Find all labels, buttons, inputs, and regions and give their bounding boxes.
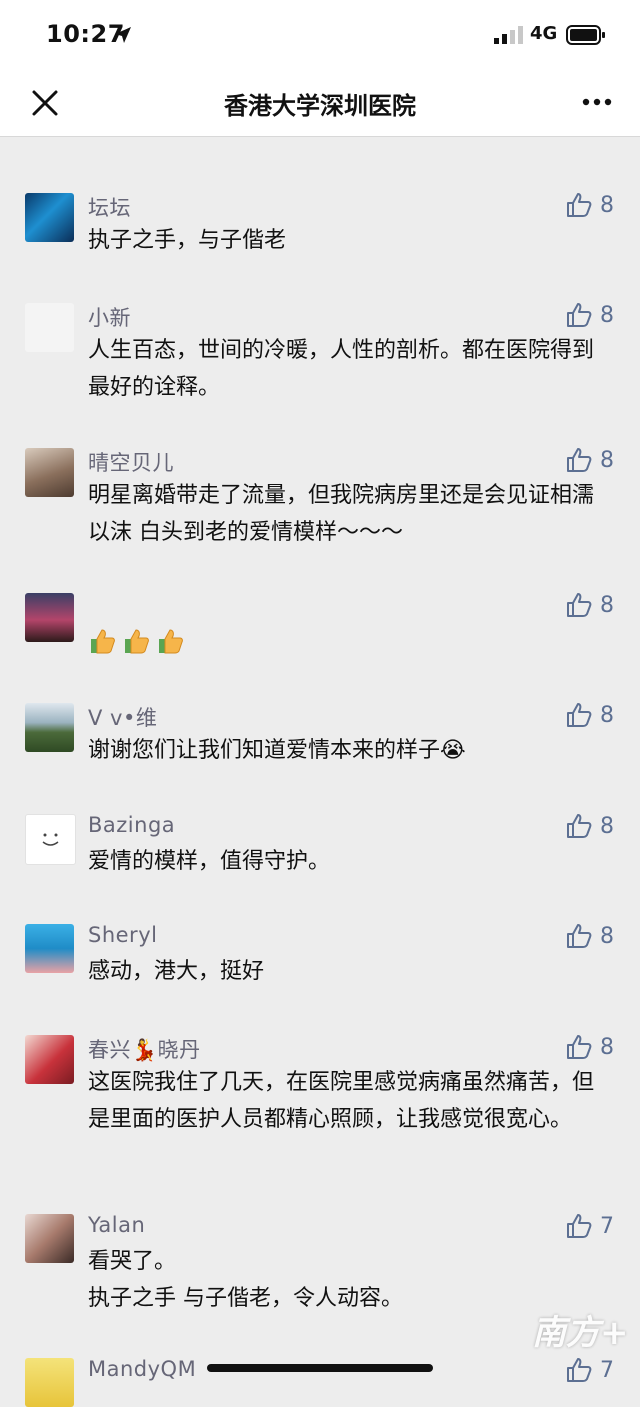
thumbs-up-icon [567, 924, 592, 948]
like-button[interactable]: 8 [566, 1034, 614, 1060]
commenter-name: V v•维 [88, 706, 158, 730]
thumbs-up-icon [567, 703, 592, 727]
comment-text-line: 看哭了。 [88, 1249, 177, 1274]
like-count: 7 [600, 1213, 614, 1239]
avatar[interactable] [25, 1214, 74, 1263]
thumbs-up-icon [567, 593, 592, 617]
thumbs-up-emoji-icon [91, 629, 115, 654]
commenter-name: Sheryl [88, 923, 158, 947]
thumbs-up-icon [567, 1035, 592, 1059]
more-options-icon[interactable] [582, 94, 612, 110]
like-button[interactable]: 8 [566, 702, 614, 728]
like-count: 8 [600, 592, 614, 618]
like-button[interactable]: 8 [566, 192, 614, 218]
commenter-name: MandyQM [88, 1357, 197, 1381]
comment-text: 谢谢您们让我们知道爱情本来的样子😭 [88, 738, 466, 763]
like-button[interactable]: 8 [566, 592, 614, 618]
like-button[interactable]: 7 [566, 1213, 614, 1239]
comment-text [88, 622, 613, 659]
home-indicator[interactable] [207, 1364, 433, 1372]
avatar[interactable] [25, 924, 74, 973]
like-count: 8 [600, 192, 614, 218]
avatar[interactable] [25, 193, 74, 242]
avatar[interactable] [25, 1358, 74, 1407]
thumbs-up-icon [567, 448, 592, 472]
thumbs-up-icon [567, 814, 592, 838]
like-count: 8 [600, 813, 614, 839]
like-count: 8 [600, 302, 614, 328]
comment-text: 明星离婚带走了流量，但我院病房里还是会见证相濡以沫 白头到老的爱情模样～～～ [88, 483, 595, 545]
like-button[interactable]: 8 [566, 302, 614, 328]
comment-text: 执子之手，与子偕老 [88, 228, 287, 253]
comment-text: 这医院我住了几天，在医院里感觉病痛虽然痛苦，但是里面的医护人员都精心照顾，让我感… [88, 1070, 595, 1132]
avatar[interactable] [25, 814, 76, 865]
commenter-name: 坛坛 [88, 196, 131, 220]
thumbs-up-icon [567, 1358, 592, 1382]
comment-text: 感动，港大，挺好 [88, 959, 265, 984]
watermark-logo: 南方+ [532, 1313, 629, 1353]
like-button[interactable]: 8 [566, 447, 614, 473]
cellular-signal-icon [494, 26, 523, 44]
page-title: 香港大学深圳医院 [224, 92, 416, 120]
avatar[interactable] [25, 703, 74, 752]
thumbs-up-icon [567, 1214, 592, 1238]
comment-text: 爱情的模样，值得守护。 [88, 849, 331, 874]
location-arrow-icon [115, 27, 131, 43]
like-button[interactable]: 8 [566, 923, 614, 949]
commenter-name: 晴空贝儿 [88, 451, 174, 475]
nav-bar: 香港大学深圳医院 [0, 72, 640, 137]
commenter-name: 春兴💃晓丹 [88, 1038, 201, 1062]
status-bar: 10:27 4G [0, 0, 640, 72]
avatar[interactable] [25, 303, 74, 352]
thumbs-up-icon [567, 303, 592, 327]
like-count: 8 [600, 923, 614, 949]
like-count: 7 [600, 1357, 614, 1383]
like-count: 8 [600, 1034, 614, 1060]
avatar[interactable] [25, 593, 74, 642]
commenter-name: Bazinga [88, 813, 176, 837]
avatar[interactable] [25, 1035, 74, 1084]
comment-text: 人生百态，世间的冷暖，人性的剖析。都在医院得到最好的诠释。 [88, 338, 595, 400]
like-button[interactable]: 7 [566, 1357, 614, 1383]
like-count: 8 [600, 702, 614, 728]
commenter-name: Yalan [88, 1213, 146, 1237]
like-button[interactable]: 8 [566, 813, 614, 839]
avatar[interactable] [25, 448, 74, 497]
like-count: 8 [600, 447, 614, 473]
thumbs-up-icon [567, 193, 592, 217]
commenter-name: 小新 [88, 306, 131, 330]
network-type: 4G [530, 23, 558, 44]
battery-icon [566, 25, 605, 45]
thumbs-up-emoji-icon [125, 629, 149, 654]
thumbs-up-emoji-icon [159, 629, 183, 654]
smiley-avatar-icon [42, 833, 59, 846]
